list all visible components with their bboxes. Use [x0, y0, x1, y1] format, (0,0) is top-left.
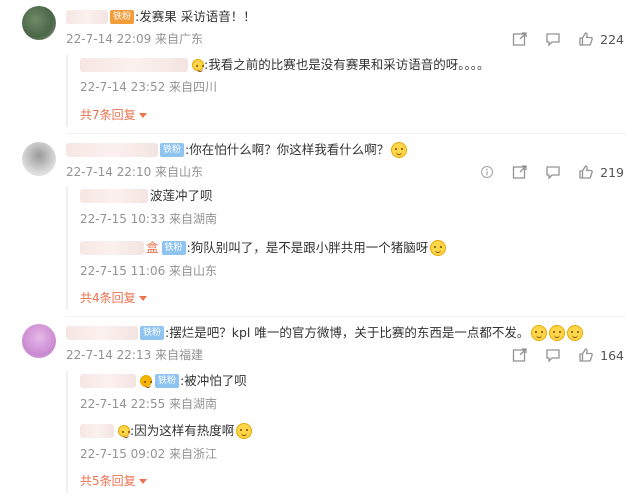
reply-line: 波莲冲了呗: [80, 186, 213, 206]
reply-username[interactable]: [80, 241, 144, 255]
username[interactable]: [66, 143, 158, 157]
reply-username[interactable]: [80, 58, 188, 72]
comment-text: :摆烂是吧？kpl 唯一的官方微博，关于比赛的东西是一点都不发。: [165, 325, 530, 340]
reply-text: :被冲怕了呗: [180, 373, 247, 388]
like-count: 219: [600, 164, 624, 180]
comment-actions: 224: [496, 29, 624, 49]
fan-badge: 铁粉: [155, 374, 180, 388]
smile-emoji-icon: [391, 142, 408, 158]
fan-badge: 铁粉: [140, 326, 165, 340]
comment-text: :发赛果 采访语音！！: [135, 9, 256, 24]
comment-main-line: 铁粉 :摆烂是吧？kpl 唯一的官方微博，关于比赛的东西是一点都不发。: [66, 323, 584, 343]
share-icon[interactable]: [511, 30, 529, 48]
more-replies-link[interactable]: 共4条回复: [80, 289, 147, 307]
reply-text: :狗队别叫了，是不是跟小胖共用一个猪脑呀: [186, 240, 429, 255]
comment-main-line: 铁粉 :你在怕什么啊？你这样我看什么啊？: [66, 140, 408, 160]
emoji-icon: [236, 423, 253, 439]
comment-meta: 22-7-14 22:09 来自广东: [66, 32, 204, 46]
caret-down-icon: [138, 113, 147, 118]
share-icon[interactable]: [511, 163, 529, 181]
like-count: 224: [600, 31, 624, 47]
avatar[interactable]: [22, 324, 56, 358]
reply-meta: 22-7-14 22:55 来自湖南: [80, 397, 218, 411]
comment-icon[interactable]: [544, 163, 562, 181]
comment-actions: 219: [463, 162, 624, 182]
caret-down-icon: [138, 479, 147, 484]
like-icon[interactable]: [577, 346, 595, 364]
reply-text: 波莲冲了呗: [150, 188, 213, 203]
divider: [66, 133, 626, 134]
username[interactable]: [66, 10, 108, 24]
divider: [66, 316, 626, 317]
more-replies-link[interactable]: 共5条回复: [80, 472, 147, 490]
reply-line: 铁粉 :被冲怕了呗: [80, 371, 247, 391]
reply-username[interactable]: [80, 189, 148, 203]
reply-text: :因为这样有热度啊: [130, 423, 235, 438]
fan-badge: 铁粉: [161, 241, 186, 255]
reply-username[interactable]: [80, 374, 136, 388]
reply-box: 波莲冲了呗 22-7-15 10:33 来自湖南 盒 铁粉 :狗队别叫了，是不是…: [66, 186, 626, 310]
avatar[interactable]: [22, 6, 56, 40]
share-icon[interactable]: [511, 346, 529, 364]
more-options-icon[interactable]: [478, 163, 496, 181]
fan-badge: 铁粉: [110, 10, 135, 24]
emoji-icon: [567, 325, 584, 341]
reply-meta: 22-7-15 09:02 来自浙江: [80, 447, 218, 461]
verified-icon: [140, 375, 152, 388]
emoji-icon: [430, 240, 447, 256]
reply-box: 铁粉 :被冲怕了呗 22-7-14 22:55 来自湖南 :因为这样有热度啊 2…: [66, 371, 626, 493]
reply-meta: 22-7-14 23:52 来自四川: [80, 80, 218, 94]
fan-badge: 铁粉: [160, 143, 185, 157]
comment-text: :你在怕什么啊？你这样我看什么啊？: [185, 142, 390, 157]
more-replies-link[interactable]: 共7条回复: [80, 106, 147, 124]
comment-meta: 22-7-14 22:13 来自福建: [66, 348, 204, 362]
reply-meta: 22-7-15 11:06 来自山东: [80, 264, 218, 278]
emoji-icon: [549, 325, 566, 341]
vip-icon: [192, 59, 204, 72]
like-icon[interactable]: [577, 163, 595, 181]
more-replies-label: 共5条回复: [80, 474, 136, 488]
vip-icon: [118, 425, 130, 438]
reply-line: :因为这样有热度啊: [80, 421, 253, 441]
comment-meta: 22-7-14 22:10 来自山东: [66, 165, 204, 179]
reply-line: :我看之前的比赛也是没有赛果和采访语音的呀。。。。: [80, 55, 489, 75]
caret-down-icon: [138, 296, 147, 301]
comment-icon[interactable]: [544, 346, 562, 364]
reply-text: :我看之前的比赛也是没有赛果和采访语音的呀。。。。: [204, 57, 490, 72]
more-replies-label: 共7条回复: [80, 108, 136, 122]
comment-icon[interactable]: [544, 30, 562, 48]
like-count: 164: [600, 347, 624, 363]
more-replies-label: 共4条回复: [80, 291, 136, 305]
comment-main-line: 铁粉 :发赛果 采访语音！！: [66, 7, 256, 27]
reply-line: 盒 铁粉 :狗队别叫了，是不是跟小胖共用一个猪脑呀: [80, 238, 447, 258]
avatar[interactable]: [22, 142, 56, 176]
reply-name-suffix: 盒: [146, 240, 159, 255]
username[interactable]: [66, 326, 138, 340]
reply-username[interactable]: [80, 424, 114, 438]
emoji-icon: [531, 325, 548, 341]
comment-actions: 164: [496, 345, 624, 365]
reply-box: :我看之前的比赛也是没有赛果和采访语音的呀。。。。 22-7-14 23:52 …: [66, 55, 626, 127]
like-icon[interactable]: [577, 30, 595, 48]
reply-meta: 22-7-15 10:33 来自湖南: [80, 212, 218, 226]
